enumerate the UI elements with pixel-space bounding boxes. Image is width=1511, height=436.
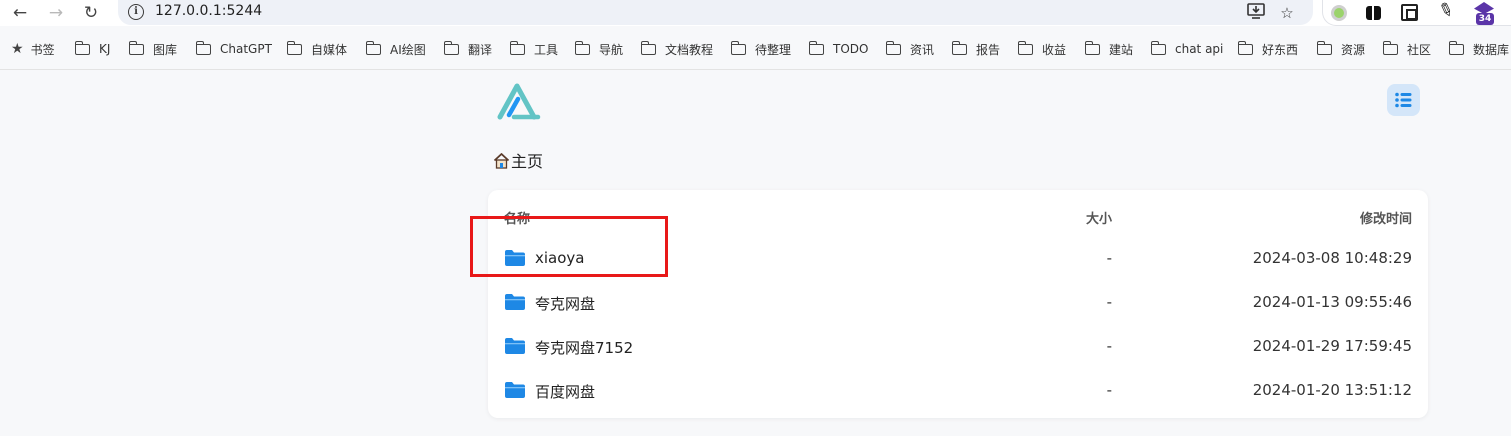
folder-icon [1382,40,1398,55]
column-header-modified[interactable]: 修改时间 [1360,208,1412,227]
bookmark-folder[interactable]: 工具 [509,39,558,59]
folder-icon [1150,40,1166,55]
bookmark-folder[interactable]: 资源 [1316,39,1365,59]
bookmark-folder[interactable]: 建站 [1084,39,1133,59]
file-modified: 2024-01-13 09:55:46 [1252,293,1412,311]
list-icon [1395,92,1412,108]
file-modified: 2024-01-20 13:51:12 [1252,381,1412,399]
bookmark-folder[interactable]: 自媒体 [286,39,347,59]
folder-icon [1084,40,1100,55]
bookmark-folder[interactable]: 报告 [951,39,1000,59]
bookmarks-bar: ★ 书签 KJ 图库 ChatGPT 自媒体 AI绘图 翻译 工具 导航 文档教程… [0,36,1511,62]
folder-icon [640,40,656,55]
folder-icon [885,40,901,55]
column-header-size[interactable]: 大小 [1086,208,1112,227]
folder-icon [574,40,590,55]
info-icon[interactable]: i [128,4,144,20]
address-bar[interactable]: i 127.0.0.1:5244 ☆ [118,0,1313,25]
folder-icon [443,40,459,55]
folder-icon [128,40,144,55]
folder-icon [509,40,525,55]
bookmark-folder[interactable]: AI绘图 [365,39,426,59]
install-app-icon[interactable] [1246,3,1266,23]
folder-icon [505,382,525,398]
home-icon [493,152,510,169]
file-modified: 2024-03-08 10:48:29 [1252,249,1412,267]
bookmark-folder[interactable]: TODO [808,39,868,59]
extension-badge: 34 [1476,13,1494,25]
file-size: - [1106,337,1112,355]
bookmark-bookmarks[interactable]: ★ 书签 [11,39,55,59]
table-row[interactable]: 夸克网盘 - 2024-01-13 09:55:46 [488,281,1428,325]
folder-icon [808,40,824,55]
bookmark-folder[interactable]: 好东西 [1237,39,1298,59]
bookmark-folder[interactable]: chat api [1150,39,1223,59]
folder-icon [951,40,967,55]
folder-icon [365,40,381,55]
folder-icon [286,40,302,55]
bookmark-folder[interactable]: 文档教程 [640,39,713,59]
extension-dark-icon[interactable] [1366,6,1381,20]
bookmark-star-icon[interactable]: ☆ [1277,3,1297,23]
folder-icon [505,338,525,354]
url-text[interactable]: 127.0.0.1:5244 [155,3,262,19]
folder-icon [1316,40,1332,55]
folder-icon [195,40,211,55]
folder-icon [1017,40,1033,55]
bookmark-folder[interactable]: KJ [74,39,110,59]
folder-icon [730,40,746,55]
bookmark-folder[interactable]: 收益 [1017,39,1066,59]
folder-icon [74,40,90,55]
breadcrumb-home[interactable]: 主页 [511,148,543,172]
file-size: - [1106,293,1112,311]
alist-logo-icon[interactable] [497,82,541,122]
forward-arrow-icon[interactable]: → [46,3,66,23]
folder-icon [1237,40,1253,55]
file-size: - [1106,249,1112,267]
pen-extension-icon[interactable]: ✎ [1435,0,1461,25]
reload-icon[interactable]: ↻ [81,3,101,23]
bookmark-folder[interactable]: 社区 [1382,39,1431,59]
extensions-area: ✎ 34 [1322,0,1511,26]
folder-icon [1448,40,1464,55]
bookmark-folder[interactable]: 资讯 [885,39,934,59]
back-arrow-icon[interactable]: ← [10,3,30,23]
file-size: - [1106,381,1112,399]
bookmark-folder[interactable]: 数据库 [1448,39,1509,59]
file-name[interactable]: 百度网盘 [535,381,595,402]
profile-avatar-icon[interactable]: 34 [1473,2,1495,25]
star-icon: ★ [11,41,24,57]
bookmark-folder[interactable]: 待整理 [730,39,791,59]
file-name[interactable]: 夸克网盘 [535,293,595,314]
table-row[interactable]: 百度网盘 - 2024-01-20 13:51:12 [488,369,1428,413]
table-row[interactable]: 夸克网盘7152 - 2024-01-29 17:59:45 [488,325,1428,369]
file-modified: 2024-01-29 17:59:45 [1252,337,1412,355]
screenshot-extension-icon[interactable] [1401,4,1418,21]
list-view-button[interactable] [1387,84,1420,116]
folder-icon [505,294,525,310]
bookmark-folder[interactable]: 翻译 [443,39,492,59]
toolbar-divider [0,69,1511,70]
extension-green-icon[interactable] [1331,5,1347,21]
bookmark-folder[interactable]: ChatGPT [195,39,272,59]
breadcrumb: 主页 [493,148,543,172]
file-name[interactable]: 夸克网盘7152 [535,337,633,358]
bookmark-folder[interactable]: 导航 [574,39,623,59]
bookmark-folder[interactable]: 图库 [128,39,177,59]
red-highlight-box [470,216,668,277]
browser-toolbar: ← → ↻ i 127.0.0.1:5244 ☆ ✎ 34 [0,0,1511,26]
